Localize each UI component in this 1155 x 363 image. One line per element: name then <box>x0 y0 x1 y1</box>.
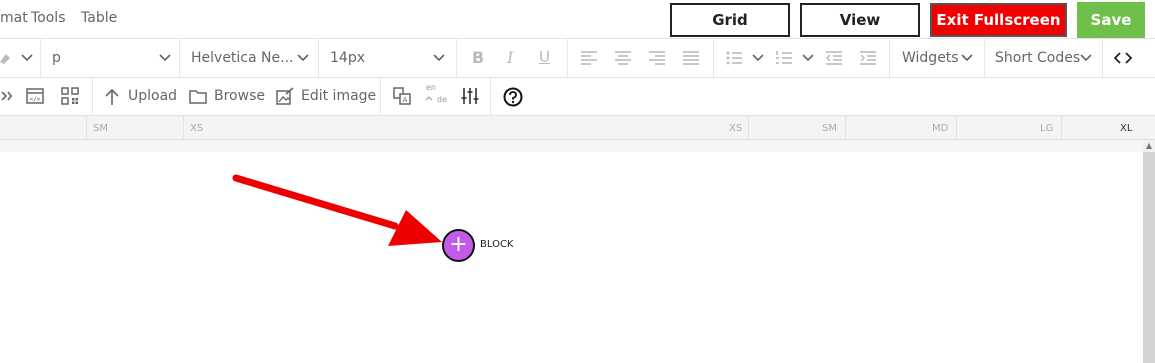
menu-tools[interactable]: Tools <box>31 10 66 26</box>
canvas-top-strip <box>0 140 1143 152</box>
view-button[interactable]: View <box>800 3 920 37</box>
ruler-label-xs-left[interactable]: XS <box>190 123 203 134</box>
menu-table[interactable]: Table <box>81 10 117 26</box>
italic-icon[interactable]: I <box>507 48 513 67</box>
chevron-down-icon[interactable] <box>159 54 171 62</box>
annotation-arrow-icon <box>232 174 442 246</box>
highlight-color-icon[interactable] <box>0 50 14 66</box>
browse-button[interactable]: Browse <box>214 88 265 104</box>
chevron-down-icon[interactable] <box>802 54 814 62</box>
grid-button[interactable]: Grid <box>670 3 790 37</box>
toolbar-row-2: </> Upload Browse Edit image A en de <box>0 78 1155 116</box>
edit-image-button[interactable]: Edit image <box>301 88 376 104</box>
font-size-select[interactable]: 14px <box>330 50 365 66</box>
chevron-down-icon[interactable] <box>961 54 973 62</box>
qr-code-icon[interactable] <box>61 87 79 105</box>
editor-canvas[interactable] <box>0 140 1143 363</box>
align-center-icon[interactable] <box>615 51 631 65</box>
help-icon[interactable] <box>503 87 523 107</box>
short-codes-menu[interactable]: Short Codes <box>995 50 1080 66</box>
language-to: de <box>437 95 447 104</box>
chevron-down-icon[interactable] <box>752 54 764 62</box>
chevron-down-icon[interactable] <box>433 54 445 62</box>
exit-fullscreen-button[interactable]: Exit Fullscreen <box>930 3 1067 37</box>
numbered-list-icon[interactable] <box>776 51 792 65</box>
indent-icon[interactable] <box>860 51 876 65</box>
ruler-label-sm-left[interactable]: SM <box>93 123 108 134</box>
svg-text:</>: </> <box>30 96 41 103</box>
chevron-down-icon[interactable] <box>21 54 33 62</box>
block-format-select[interactable]: p <box>52 50 61 66</box>
ruler-label-lg[interactable]: LG <box>1040 123 1053 134</box>
ruler-label-xl[interactable]: XL <box>1120 123 1132 134</box>
edit-image-icon[interactable] <box>276 87 294 105</box>
responsive-ruler: SM XS XS SM MD LG XL <box>0 116 1155 140</box>
menu-format[interactable]: mat <box>0 10 28 26</box>
translate-icon[interactable]: A <box>393 87 411 105</box>
font-family-select[interactable]: Helvetica Ne... <box>191 50 293 66</box>
code-block-icon[interactable] <box>0 89 12 103</box>
upload-icon[interactable] <box>104 88 120 106</box>
bold-icon[interactable]: B <box>472 48 484 67</box>
ruler-label-md[interactable]: MD <box>932 123 948 134</box>
svg-text:A: A <box>403 96 408 104</box>
scroll-up-arrow-icon[interactable]: ▲ <box>1143 140 1155 152</box>
chevron-down-icon[interactable] <box>1080 54 1092 62</box>
save-button[interactable]: Save <box>1077 2 1145 38</box>
ruler-label-sm-right[interactable]: SM <box>822 123 837 134</box>
vertical-scrollbar[interactable] <box>1143 140 1155 363</box>
align-left-icon[interactable] <box>581 51 597 65</box>
swap-language-icon[interactable] <box>425 94 435 104</box>
source-code-icon[interactable] <box>1114 51 1132 65</box>
align-right-icon[interactable] <box>649 51 665 65</box>
sliders-icon[interactable] <box>461 87 479 105</box>
upload-button[interactable]: Upload <box>128 88 177 104</box>
outdent-icon[interactable] <box>826 51 842 65</box>
embed-code-icon[interactable]: </> <box>26 88 44 104</box>
align-justify-icon[interactable] <box>683 51 699 65</box>
ruler-label-xs-right[interactable]: XS <box>729 123 742 134</box>
add-block-button[interactable]: + <box>442 229 475 262</box>
bullet-list-icon[interactable] <box>726 51 742 65</box>
add-block-label[interactable]: BLOCK <box>480 239 514 250</box>
chevron-down-icon[interactable] <box>297 54 309 62</box>
language-from: en <box>426 83 436 92</box>
folder-icon[interactable] <box>189 89 207 104</box>
toolbar-row-1: p Helvetica Ne... 14px B I U Widgets Sho… <box>0 38 1155 78</box>
underline-icon[interactable]: U <box>539 48 550 66</box>
widgets-menu[interactable]: Widgets <box>902 50 959 66</box>
menubar: mat Tools Table Grid View Exit Fullscree… <box>0 0 1155 38</box>
